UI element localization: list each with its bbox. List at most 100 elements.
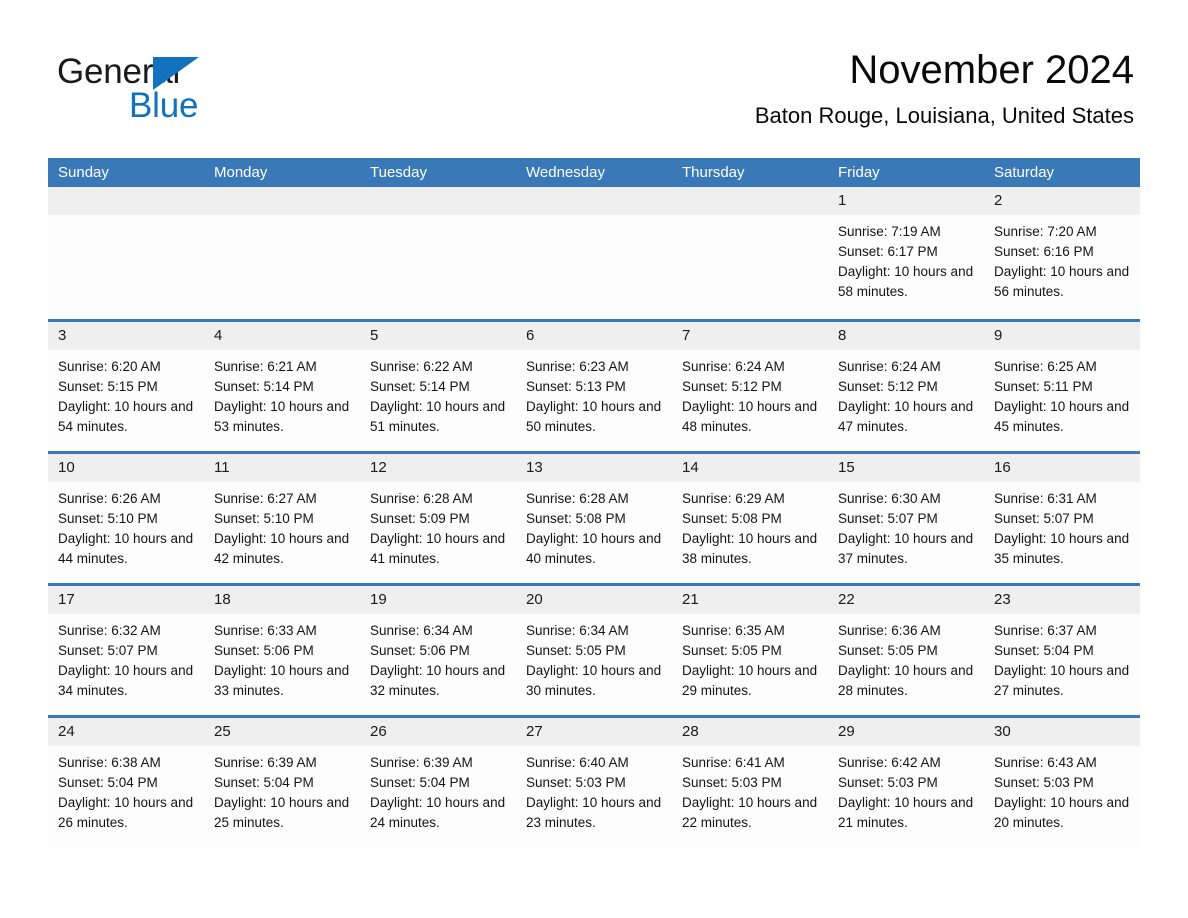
sunset-text: Sunset: 5:03 PM — [994, 775, 1094, 790]
day-number: 17 — [58, 591, 75, 608]
calendar-day-cell[interactable]: 9 Sunrise: 6:25 AM Sunset: 5:11 PM Daylight… — [984, 322, 1140, 451]
sunrise-text: Sunrise: 6:34 AM — [370, 623, 473, 638]
calendar-day-cell[interactable]: 21 Sunrise: 6:35 AM Sunset: 5:05 PM Dayligh… — [672, 586, 828, 715]
calendar-day-cell[interactable]: 24 Sunrise: 6:38 AM Sunset: 5:04 PM Dayligh… — [48, 718, 204, 847]
day-info: Sunrise: 6:24 AM Sunset: 5:12 PM Daylight:… — [672, 350, 828, 437]
calendar-day-cell[interactable]: 22 Sunrise: 6:36 AM Sunset: 5:05 PM Dayligh… — [828, 586, 984, 715]
day-number-band: 16 — [984, 454, 1140, 482]
sunrise-text: Sunrise: 6:24 AM — [838, 359, 941, 374]
daylight-text: Daylight: 10 hours and 50 minutes. — [526, 399, 662, 434]
calendar-day-cell[interactable]: 1 Sunrise: 7:19 AM Sunset: 6:17 PM Daylight… — [828, 187, 984, 319]
brand-logo[interactable]: General Blue — [57, 52, 237, 125]
calendar-day-cell[interactable]: 19 Sunrise: 6:34 AM Sunset: 5:06 PM Dayligh… — [360, 586, 516, 715]
day-number: 13 — [526, 459, 543, 476]
day-number: 25 — [214, 723, 231, 740]
calendar-day-cell[interactable]: 11 Sunrise: 6:27 AM Sunset: 5:10 PM Dayligh… — [204, 454, 360, 583]
sunrise-text: Sunrise: 6:28 AM — [370, 491, 473, 506]
calendar-day-cell[interactable]: 8 Sunrise: 6:24 AM Sunset: 5:12 PM Daylight… — [828, 322, 984, 451]
day-info: Sunrise: 6:33 AM Sunset: 5:06 PM Daylight:… — [204, 614, 360, 701]
daylight-text: Daylight: 10 hours and 53 minutes. — [214, 399, 350, 434]
day-number: 16 — [994, 459, 1011, 476]
day-info: Sunrise: 6:30 AM Sunset: 5:07 PM Daylight:… — [828, 482, 984, 569]
calendar-day-cell[interactable]: 12 Sunrise: 6:28 AM Sunset: 5:09 PM Dayligh… — [360, 454, 516, 583]
daylight-text: Daylight: 10 hours and 54 minutes. — [58, 399, 194, 434]
calendar-day-cell[interactable]: 30 Sunrise: 6:43 AM Sunset: 5:03 PM Dayligh… — [984, 718, 1140, 847]
calendar-day-cell[interactable]: 27 Sunrise: 6:40 AM Sunset: 5:03 PM Dayligh… — [516, 718, 672, 847]
sunset-text: Sunset: 5:08 PM — [526, 511, 626, 526]
calendar-day-cell[interactable]: 29 Sunrise: 6:42 AM Sunset: 5:03 PM Dayligh… — [828, 718, 984, 847]
daylight-text: Daylight: 10 hours and 35 minutes. — [994, 531, 1130, 566]
day-number: 9 — [994, 327, 1003, 344]
calendar-day-cell[interactable]: 23 Sunrise: 6:37 AM Sunset: 5:04 PM Dayligh… — [984, 586, 1140, 715]
calendar-day-cell[interactable]: 2 Sunrise: 7:20 AM Sunset: 6:16 PM Daylight… — [984, 187, 1140, 319]
daylight-text: Daylight: 10 hours and 44 minutes. — [58, 531, 194, 566]
day-number-band: 15 — [828, 454, 984, 482]
daylight-text: Daylight: 10 hours and 25 minutes. — [214, 795, 350, 830]
sunset-text: Sunset: 5:10 PM — [58, 511, 158, 526]
calendar-day-cell[interactable]: 15 Sunrise: 6:30 AM Sunset: 5:07 PM Dayligh… — [828, 454, 984, 583]
sunset-text: Sunset: 5:04 PM — [994, 643, 1094, 658]
daylight-text: Daylight: 10 hours and 47 minutes. — [838, 399, 974, 434]
sunset-text: Sunset: 5:04 PM — [370, 775, 470, 790]
day-info: Sunrise: 6:20 AM Sunset: 5:15 PM Daylight:… — [48, 350, 204, 437]
day-number-band — [360, 187, 516, 215]
sunrise-text: Sunrise: 6:32 AM — [58, 623, 161, 638]
sunrise-text: Sunrise: 6:31 AM — [994, 491, 1097, 506]
day-number: 14 — [682, 459, 699, 476]
calendar-day-cell[interactable]: 6 Sunrise: 6:23 AM Sunset: 5:13 PM Daylight… — [516, 322, 672, 451]
calendar-day-cell[interactable]: 5 Sunrise: 6:22 AM Sunset: 5:14 PM Daylight… — [360, 322, 516, 451]
day-number-band — [672, 187, 828, 215]
day-info: Sunrise: 7:19 AM Sunset: 6:17 PM Daylight:… — [828, 215, 984, 302]
day-info: Sunrise: 6:32 AM Sunset: 5:07 PM Daylight:… — [48, 614, 204, 701]
calendar-day-cell[interactable]: 18 Sunrise: 6:33 AM Sunset: 5:06 PM Dayligh… — [204, 586, 360, 715]
calendar-day-cell[interactable]: 25 Sunrise: 6:39 AM Sunset: 5:04 PM Dayligh… — [204, 718, 360, 847]
day-number-band: 9 — [984, 322, 1140, 350]
day-number: 20 — [526, 591, 543, 608]
daylight-text: Daylight: 10 hours and 29 minutes. — [682, 663, 818, 698]
calendar-day-cell[interactable]: 17 Sunrise: 6:32 AM Sunset: 5:07 PM Dayligh… — [48, 586, 204, 715]
daylight-text: Daylight: 10 hours and 24 minutes. — [370, 795, 506, 830]
day-number: 23 — [994, 591, 1011, 608]
sunrise-text: Sunrise: 6:39 AM — [214, 755, 317, 770]
day-number: 2 — [994, 192, 1003, 209]
sunrise-text: Sunrise: 6:43 AM — [994, 755, 1097, 770]
sunset-text: Sunset: 5:07 PM — [994, 511, 1094, 526]
calendar-day-cell[interactable]: 10 Sunrise: 6:26 AM Sunset: 5:10 PM Dayligh… — [48, 454, 204, 583]
calendar-day-cell[interactable]: 4 Sunrise: 6:21 AM Sunset: 5:14 PM Daylight… — [204, 322, 360, 451]
day-number-band: 25 — [204, 718, 360, 746]
day-number: 27 — [526, 723, 543, 740]
calendar-day-cell[interactable]: 7 Sunrise: 6:24 AM Sunset: 5:12 PM Daylight… — [672, 322, 828, 451]
calendar-day-cell[interactable]: 20 Sunrise: 6:34 AM Sunset: 5:05 PM Dayligh… — [516, 586, 672, 715]
day-number-band: 27 — [516, 718, 672, 746]
day-number-band: 7 — [672, 322, 828, 350]
sunset-text: Sunset: 5:05 PM — [526, 643, 626, 658]
sunrise-text: Sunrise: 6:24 AM — [682, 359, 785, 374]
calendar-day-cell[interactable]: 14 Sunrise: 6:29 AM Sunset: 5:08 PM Dayligh… — [672, 454, 828, 583]
sunset-text: Sunset: 5:04 PM — [58, 775, 158, 790]
calendar-day-cell[interactable]: 3 Sunrise: 6:20 AM Sunset: 5:15 PM Daylight… — [48, 322, 204, 451]
sunrise-text: Sunrise: 6:28 AM — [526, 491, 629, 506]
day-number: 7 — [682, 327, 691, 344]
sunrise-text: Sunrise: 6:35 AM — [682, 623, 785, 638]
calendar-day-cell[interactable]: 26 Sunrise: 6:39 AM Sunset: 5:04 PM Dayligh… — [360, 718, 516, 847]
day-info: Sunrise: 6:25 AM Sunset: 5:11 PM Daylight:… — [984, 350, 1140, 437]
weekday-header-row: Sunday Monday Tuesday Wednesday Thursday… — [48, 158, 1140, 187]
sunrise-text: Sunrise: 6:22 AM — [370, 359, 473, 374]
calendar-day-cell[interactable]: 13 Sunrise: 6:28 AM Sunset: 5:08 PM Dayligh… — [516, 454, 672, 583]
sunset-text: Sunset: 5:11 PM — [994, 379, 1093, 394]
sunrise-text: Sunrise: 7:19 AM — [838, 224, 941, 239]
sunrise-text: Sunrise: 6:23 AM — [526, 359, 629, 374]
day-number-band: 14 — [672, 454, 828, 482]
day-info: Sunrise: 6:21 AM Sunset: 5:14 PM Daylight:… — [204, 350, 360, 437]
calendar-day-cell[interactable]: 28 Sunrise: 6:41 AM Sunset: 5:03 PM Dayligh… — [672, 718, 828, 847]
page-title: November 2024 — [849, 48, 1134, 92]
logo-text-blue: Blue — [129, 86, 199, 125]
day-info: Sunrise: 6:34 AM Sunset: 5:06 PM Daylight:… — [360, 614, 516, 701]
sunset-text: Sunset: 5:08 PM — [682, 511, 782, 526]
day-number: 22 — [838, 591, 855, 608]
day-number: 19 — [370, 591, 387, 608]
daylight-text: Daylight: 10 hours and 41 minutes. — [370, 531, 506, 566]
sunrise-text: Sunrise: 6:33 AM — [214, 623, 317, 638]
daylight-text: Daylight: 10 hours and 45 minutes. — [994, 399, 1130, 434]
calendar-day-cell[interactable]: 16 Sunrise: 6:31 AM Sunset: 5:07 PM Dayligh… — [984, 454, 1140, 583]
